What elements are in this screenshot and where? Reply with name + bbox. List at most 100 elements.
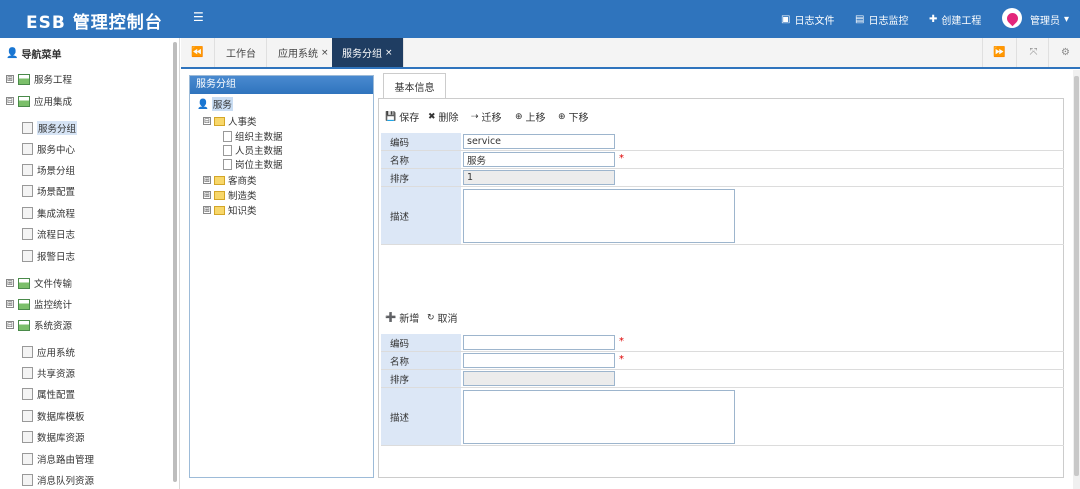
document-icon [223,144,232,156]
sidebar-item[interactable]: 属性配置 [22,387,75,401]
form2-row-desc: 描述 [381,388,1064,446]
tree-node-label: 制造类 [228,191,257,202]
save-icon: 💾 [385,111,397,122]
sidebar-item[interactable]: 数据库资源 [22,430,85,444]
fullscreen-icon[interactable]: ⤧ [1016,38,1050,67]
sidebar-item[interactable]: ⊟ 应用集成 [6,94,72,108]
expand-icon[interactable]: ⊞ [203,206,211,214]
folder-icon [214,190,225,200]
tree-node-label: 岗位主数据 [235,160,283,171]
sidebar-item[interactable]: ⊞ 服务工程 [6,72,72,86]
order-input[interactable]: 1 [463,170,615,185]
sidebar-item[interactable]: 服务中心 [22,142,75,156]
page-icon [22,474,33,486]
sidebar-item[interactable]: 消息队列资源 [22,473,94,487]
tree-node[interactable]: ⊞ 知识类 [203,203,257,217]
add-button[interactable]: ➕ 新增 [385,310,419,326]
sidebar-item-label: 报警日志 [37,252,76,263]
app-title: ESB 管理控制台 [26,13,163,33]
required-mark: * [619,354,624,365]
sidebar-item-label: 数据库模板 [37,412,85,423]
tree-node[interactable]: 岗位主数据 [223,157,283,171]
close-icon[interactable]: × [385,48,393,58]
name-input[interactable]: 服务 [463,152,615,167]
create-project-link[interactable]: ✚ 创建工程 [929,12,981,27]
form2-row-code: 编码 * [381,334,1064,352]
sidebar: 👤 导航菜单 ⊞ 服务工程 ⊟ 应用集成 服务分组 服务中心 场景分组 场景配置 集成流程 流程日志… [0,38,180,489]
sidebar-item[interactable]: 服务分组 [22,121,78,135]
tab-app-system[interactable]: 应用系统 × [268,38,340,67]
tree-node[interactable]: ⊞ 制造类 [203,188,257,202]
new-name-input[interactable] [463,353,615,368]
scroll-right-icon[interactable]: ⏩ [982,38,1016,67]
form-row-name: 名称 服务 * [381,151,1064,169]
folder-icon [18,319,30,331]
tree-node-label: 组织主数据 [235,132,283,143]
tree-root[interactable]: 👤 服务 [197,97,233,111]
sidebar-item[interactable]: 应用系统 [22,345,75,359]
scroll-thumb[interactable] [1074,76,1079,476]
move-down-button[interactable]: ⊕ 下移 [558,109,589,125]
sidebar-item[interactable]: 流程日志 [22,227,75,241]
tab-workbench[interactable]: 工作台 [216,38,267,67]
user-menu[interactable]: 管理员 ▾ [1030,12,1069,27]
collapse-icon[interactable]: ⊟ [6,97,14,105]
tab-basic-info[interactable]: 基本信息 [383,73,446,99]
folder-icon [214,205,225,215]
gear-icon[interactable]: ⚙ [1048,38,1080,67]
new-order-input[interactable] [463,371,615,386]
new-desc-textarea[interactable] [463,390,735,444]
tree-node[interactable]: ⊞ 客商类 [203,173,257,187]
log-monitor-link[interactable]: ▤ 日志监控 [855,12,908,27]
sidebar-item[interactable]: 数据库模板 [22,409,85,423]
sidebar-item[interactable]: 消息路由管理 [22,452,94,466]
expand-icon[interactable]: ⊞ [203,176,211,184]
sidebar-item[interactable]: ⊞ 监控统计 [6,297,72,311]
sidebar-item[interactable]: 场景分组 [22,163,75,177]
save-button[interactable]: 💾 保存 [385,109,419,125]
move-down-icon: ⊕ [558,111,566,122]
close-icon[interactable]: × [321,48,329,58]
tree-node[interactable]: 组织主数据 [223,129,283,143]
sidebar-item-label: 文件传输 [34,279,73,290]
sidebar-item[interactable]: 共享资源 [22,366,75,380]
form-row-order: 排序 1 [381,169,1064,187]
move-up-button[interactable]: ⊕ 上移 [515,109,546,125]
collapse-icon[interactable]: ⊟ [203,117,211,125]
expand-icon[interactable]: ⊞ [203,191,211,199]
page-icon [22,228,33,240]
tree-panel: 服务分组 👤 服务 ⊟ 人事类 组织主数据 人员主数据 岗位主数据 ⊞ 客商类 ⊞ 制造类 ⊞ 知识类 [189,75,374,478]
code-input[interactable]: service [463,134,615,149]
tree-panel-title: 服务分组 [190,76,373,94]
folder-icon [214,116,225,126]
sidebar-scrollbar[interactable] [173,42,177,482]
sidebar-item[interactable]: 场景配置 [22,184,75,198]
expand-icon[interactable]: ⊞ [6,279,14,287]
tree-node-label: 知识类 [228,206,257,217]
avatar[interactable] [1002,8,1022,28]
sidebar-item[interactable]: ⊟ 系统资源 [6,318,72,332]
menu-toggle-icon[interactable]: ☰ [193,10,204,24]
sidebar-item[interactable]: ⊞ 文件传输 [6,276,72,290]
collapse-icon[interactable]: ⊟ [6,321,14,329]
tree-node[interactable]: ⊟ 人事类 [203,114,257,128]
cancel-button[interactable]: ↻ 取消 [427,310,458,326]
new-code-input[interactable] [463,335,615,350]
log-file-link[interactable]: ▣ 日志文件 [781,12,834,27]
migrate-button[interactable]: ⇢ 迁移 [471,109,502,125]
sidebar-item[interactable]: 集成流程 [22,206,75,220]
sidebar-item-label: 属性配置 [37,390,76,401]
tab-service-group[interactable]: 服务分组 × [332,38,404,67]
location-pin-icon [1004,10,1020,26]
main-scrollbar[interactable] [1073,70,1080,489]
page-icon [22,367,33,379]
expand-icon[interactable]: ⊞ [6,300,14,308]
tree-node[interactable]: 人员主数据 [223,143,283,157]
sidebar-item-label: 应用系统 [37,348,76,359]
delete-button[interactable]: ✖ 删除 [428,109,459,125]
desc-textarea[interactable] [463,189,735,243]
sidebar-item[interactable]: 报警日志 [22,249,75,263]
scroll-left-icon[interactable]: ⏪ [181,38,215,67]
plus-icon: ✚ [929,14,938,25]
expand-icon[interactable]: ⊞ [6,75,14,83]
